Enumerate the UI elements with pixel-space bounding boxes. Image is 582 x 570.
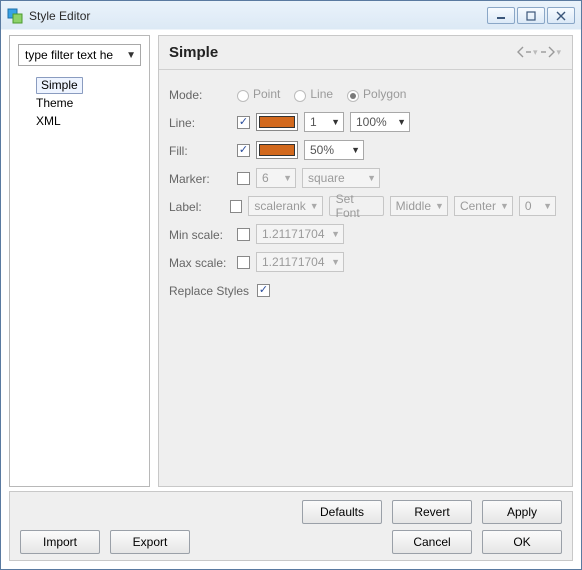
label-valign-select: Middle▼ — [390, 196, 448, 216]
chevron-down-icon: ▼ — [331, 257, 340, 267]
filter-combo[interactable]: type filter text he ▼ — [18, 44, 141, 66]
fill-row: Fill: 50%▼ — [169, 136, 562, 164]
editor-panel: Simple ▾ ▾ Mode: Point Line Polygon — [158, 35, 573, 487]
marker-shape-select: square▼ — [302, 168, 380, 188]
line-width-select[interactable]: 1▼ — [304, 112, 344, 132]
label-checkbox[interactable] — [230, 200, 242, 213]
radio-polygon — [347, 90, 359, 102]
close-button[interactable] — [547, 7, 575, 24]
cancel-button[interactable]: Cancel — [392, 530, 472, 554]
replace-label: Replace Styles — [169, 282, 257, 298]
color-swatch-inner — [259, 144, 295, 156]
fill-label: Fill: — [169, 142, 237, 158]
line-checkbox[interactable] — [237, 116, 250, 129]
line-label: Line: — [169, 114, 237, 130]
marker-size-select: 6▼ — [256, 168, 296, 188]
replace-row: Replace Styles — [169, 276, 562, 304]
window-title: Style Editor — [29, 9, 487, 23]
chevron-down-icon: ▼ — [500, 201, 509, 211]
chevron-down-icon: ▼ — [435, 201, 444, 211]
revert-button[interactable]: Revert — [392, 500, 472, 524]
filter-text: type filter text he — [25, 48, 113, 62]
minscale-checkbox[interactable] — [237, 228, 250, 241]
apply-button[interactable]: Apply — [482, 500, 562, 524]
chevron-down-icon: ▼ — [126, 50, 136, 61]
line-color-swatch[interactable] — [256, 113, 298, 131]
maxscale-checkbox[interactable] — [237, 256, 250, 269]
minscale-row: Min scale: 1.21171704▼ — [169, 220, 562, 248]
chevron-down-icon: ▼ — [331, 117, 340, 127]
chevron-down-icon: ▼ — [310, 201, 319, 211]
sidebar: type filter text he ▼ Simple Theme XML — [9, 35, 150, 487]
panel-content: Mode: Point Line Polygon Line: 1▼ 100%▼ — [159, 70, 572, 312]
chevron-down-icon: ▼ — [351, 145, 360, 155]
label-row: Label: scalerank▼ Set Font Middle▼ Cente… — [169, 192, 562, 220]
panel-header: Simple ▾ ▾ — [159, 36, 572, 70]
color-swatch-inner — [259, 116, 295, 128]
maximize-button[interactable] — [517, 7, 545, 24]
chevron-down-icon: ▼ — [283, 173, 292, 183]
titlebar: Style Editor — [1, 1, 581, 30]
client-area: type filter text he ▼ Simple Theme XML S… — [9, 35, 573, 487]
fill-opacity-select[interactable]: 50%▼ — [304, 140, 364, 160]
set-font-button: Set Font — [329, 196, 384, 216]
export-button[interactable]: Export — [110, 530, 190, 554]
minimize-button[interactable] — [487, 7, 515, 24]
maxscale-label: Max scale: — [169, 254, 237, 270]
mode-row: Mode: Point Line Polygon — [169, 80, 562, 108]
marker-checkbox[interactable] — [237, 172, 250, 185]
ok-button[interactable]: OK — [482, 530, 562, 554]
label-halign-select: Center▼ — [454, 196, 513, 216]
replace-checkbox[interactable] — [257, 284, 270, 297]
back-icon[interactable] — [517, 45, 532, 60]
line-opacity-select[interactable]: 100%▼ — [350, 112, 410, 132]
marker-row: Marker: 6▼ square▼ — [169, 164, 562, 192]
radio-point-label: Point — [253, 87, 280, 101]
label-offset-select: 0▼ — [519, 196, 556, 216]
minscale-label: Min scale: — [169, 226, 237, 242]
forward-icon[interactable] — [540, 45, 555, 60]
marker-label: Marker: — [169, 170, 237, 186]
fill-checkbox[interactable] — [237, 144, 250, 157]
fill-color-swatch[interactable] — [256, 141, 298, 159]
chevron-down-icon: ▼ — [367, 173, 376, 183]
maxscale-select: 1.21171704▼ — [256, 252, 344, 272]
chevron-down-icon: ▼ — [331, 229, 340, 239]
tree-item-theme[interactable]: Theme — [16, 94, 143, 112]
label-label: Label: — [169, 198, 230, 214]
window-controls — [487, 7, 575, 24]
maxscale-row: Max scale: 1.21171704▼ — [169, 248, 562, 276]
import-button[interactable]: Import — [20, 530, 100, 554]
app-icon — [7, 8, 23, 24]
radio-line-label: Line — [310, 87, 333, 101]
chevron-down-icon: ▼ — [397, 117, 406, 127]
chevron-down-icon: ▼ — [543, 201, 552, 211]
radio-polygon-label: Polygon — [363, 87, 406, 101]
button-bar: Defaults Revert Apply Import Export Canc… — [9, 491, 573, 561]
tree-item-simple[interactable]: Simple — [16, 76, 143, 94]
radio-line — [294, 90, 306, 102]
line-row: Line: 1▼ 100%▼ — [169, 108, 562, 136]
style-editor-window: Style Editor type filter text he ▼ Simpl… — [0, 0, 582, 570]
minscale-select: 1.21171704▼ — [256, 224, 344, 244]
tree-item-xml[interactable]: XML — [16, 112, 143, 130]
mode-label: Mode: — [169, 86, 237, 102]
defaults-button[interactable]: Defaults — [302, 500, 382, 524]
style-tree: Simple Theme XML — [10, 72, 149, 486]
label-attr-select: scalerank▼ — [248, 196, 322, 216]
radio-point — [237, 90, 249, 102]
panel-title: Simple — [169, 44, 515, 61]
